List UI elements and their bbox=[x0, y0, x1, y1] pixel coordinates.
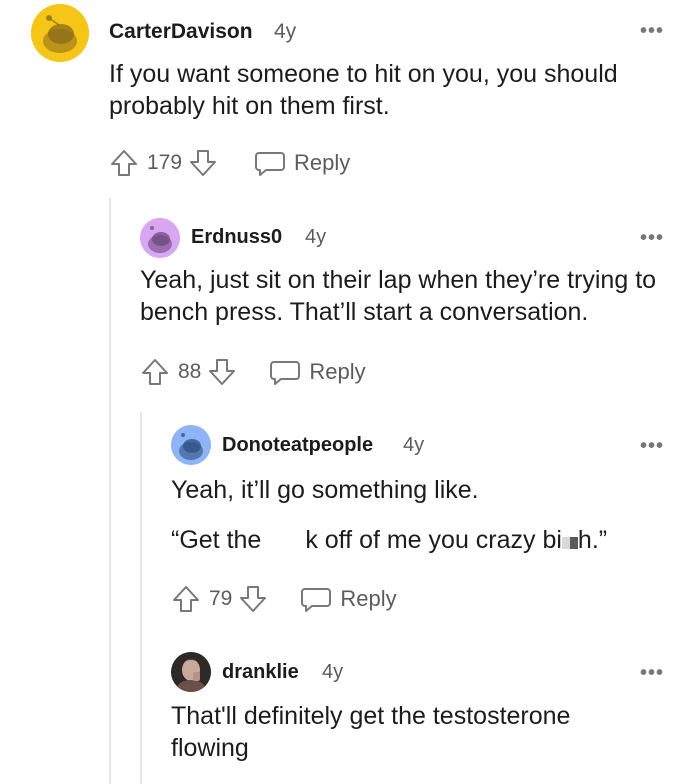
reply-button[interactable]: Reply bbox=[269, 357, 366, 387]
comment-body: Yeah, it’ll go something like. bbox=[171, 474, 681, 506]
downvote-icon[interactable] bbox=[238, 584, 268, 614]
snoo-avatar-icon bbox=[31, 4, 89, 62]
quote-text-before: “Get the bbox=[171, 526, 262, 554]
more-options-icon[interactable]: ••• bbox=[640, 228, 664, 248]
reply-label: Reply bbox=[294, 150, 351, 175]
comment-body: That'll definitely get the testosterone … bbox=[171, 700, 641, 764]
more-options-icon[interactable]: ••• bbox=[640, 663, 664, 683]
thread-line-level-2[interactable] bbox=[140, 412, 142, 784]
comment-text: Yeah, it’ll go something like. bbox=[171, 476, 479, 504]
reply-label: Reply bbox=[309, 359, 366, 384]
reply-icon bbox=[255, 152, 286, 176]
vote-score: 179 bbox=[147, 151, 183, 174]
user-photo-icon bbox=[171, 652, 211, 692]
downvote-icon[interactable] bbox=[188, 148, 218, 178]
more-options-icon[interactable]: ••• bbox=[640, 436, 664, 456]
comment-actions: 179 Reply bbox=[109, 148, 350, 178]
timestamp: 4y bbox=[305, 226, 327, 248]
quote-text-after: k off of me you crazy bi bbox=[305, 526, 562, 554]
more-options-icon[interactable]: ••• bbox=[640, 21, 664, 41]
reply-icon bbox=[301, 588, 332, 612]
reply-button[interactable]: Reply bbox=[254, 148, 350, 178]
comment-actions: 88 Reply bbox=[140, 357, 366, 387]
avatar-erdnuss0[interactable] bbox=[140, 218, 180, 258]
avatar-carterdavison[interactable] bbox=[31, 4, 89, 62]
quote-text-end: h.” bbox=[577, 526, 608, 554]
username[interactable]: CarterDavison bbox=[109, 20, 253, 44]
upvote-icon[interactable] bbox=[109, 148, 139, 178]
timestamp: 4y bbox=[403, 434, 425, 456]
comment-body: If you want someone to hit on you, you s… bbox=[109, 58, 679, 122]
comment-text: Yeah, just sit on their lap when they’re… bbox=[140, 266, 657, 326]
comment-actions: 79 Reply bbox=[171, 584, 397, 614]
username[interactable]: dranklie bbox=[222, 661, 299, 684]
avatar-donoteatpeople[interactable] bbox=[171, 425, 211, 465]
comment-quote: “Get the k off of me you crazy bi h.” bbox=[171, 524, 691, 556]
reply-button[interactable]: Reply bbox=[300, 584, 397, 614]
upvote-icon[interactable] bbox=[140, 357, 170, 387]
snoo-avatar-icon bbox=[140, 218, 180, 258]
vote-score: 88 bbox=[178, 360, 202, 383]
comment-body: Yeah, just sit on their lap when they’re… bbox=[140, 264, 685, 328]
censor-pixel bbox=[569, 537, 578, 549]
username[interactable]: Erdnuss0 bbox=[191, 226, 282, 249]
username[interactable]: Donoteatpeople bbox=[222, 434, 373, 457]
reply-icon bbox=[270, 361, 301, 385]
avatar-dranklie[interactable] bbox=[171, 652, 211, 692]
comment-text: That'll definitely get the testosterone … bbox=[171, 702, 571, 762]
upvote-icon[interactable] bbox=[171, 584, 201, 614]
reply-label: Reply bbox=[340, 586, 397, 611]
timestamp: 4y bbox=[274, 20, 297, 43]
thread-line-level-1[interactable] bbox=[109, 198, 111, 784]
snoo-avatar-icon bbox=[171, 425, 211, 465]
comment-text: If you want someone to hit on you, you s… bbox=[109, 60, 618, 120]
downvote-icon[interactable] bbox=[207, 357, 237, 387]
timestamp: 4y bbox=[322, 661, 344, 683]
censor-pixel bbox=[561, 537, 570, 549]
vote-score: 79 bbox=[209, 587, 233, 610]
